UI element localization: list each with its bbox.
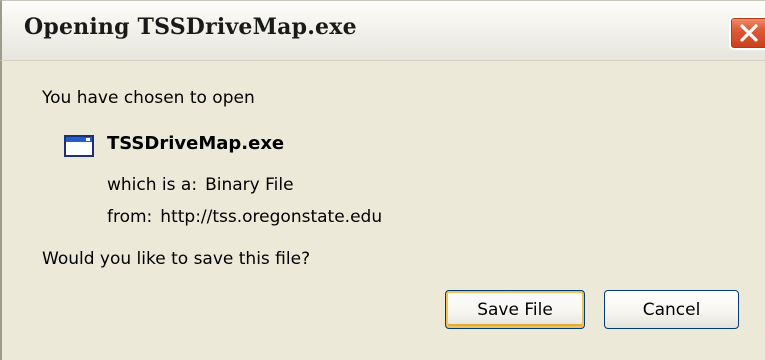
file-name: TSSDriveMap.exe: [107, 133, 285, 154]
intro-text: You have chosen to open: [42, 88, 255, 108]
save-file-button[interactable]: Save File: [445, 290, 585, 329]
dialog-title: Opening TSSDriveMap.exe: [24, 14, 357, 40]
title-bar[interactable]: Opening TSSDriveMap.exe: [0, 0, 765, 60]
file-type-line: which is a: Binary File: [107, 175, 294, 195]
file-source-label: from:: [107, 207, 153, 227]
close-icon: [740, 24, 758, 42]
download-dialog: Opening TSSDriveMap.exe You have chosen …: [0, 0, 765, 360]
file-type-label: which is a:: [107, 175, 198, 195]
save-question: Would you like to save this file?: [42, 249, 311, 269]
file-source-line: from: http://tss.oregonstate.edu: [107, 207, 382, 227]
close-button[interactable]: [729, 16, 765, 50]
dialog-body: You have chosen to open TSSDriveMap.exe …: [0, 60, 765, 360]
file-type-value: Binary File: [205, 175, 294, 195]
cancel-button[interactable]: Cancel: [604, 290, 739, 329]
file-source-value: http://tss.oregonstate.edu: [160, 207, 383, 227]
application-window-icon: [64, 135, 94, 157]
